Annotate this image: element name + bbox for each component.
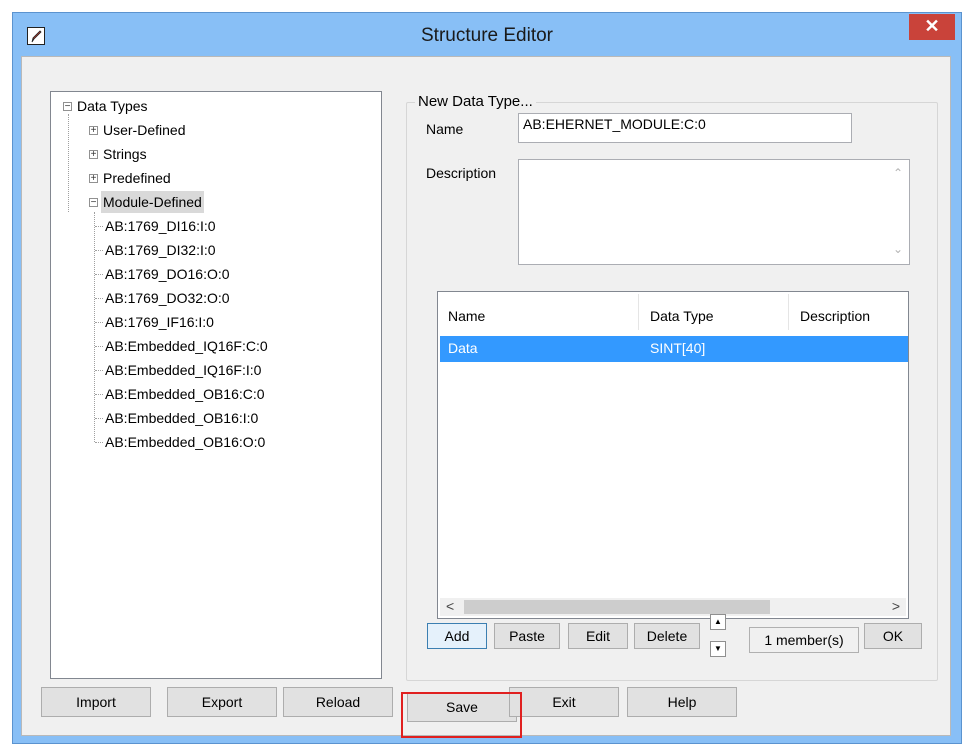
description-field[interactable]: ⌃ ⌄ <box>518 159 910 265</box>
name-field[interactable]: AB:EHERNET_MODULE:C:0 <box>518 113 852 143</box>
reload-button[interactable]: Reload <box>283 687 393 717</box>
minus-box-icon[interactable]: − <box>89 198 98 208</box>
tree-item-label: Strings <box>103 146 147 162</box>
group-title: New Data Type... <box>415 93 536 110</box>
tree-leaf-label: AB:Embedded_IQ16F:I:0 <box>105 362 262 378</box>
tree-leaf-label: AB:Embedded_IQ16F:C:0 <box>105 338 268 354</box>
add-button[interactable]: Add <box>427 623 487 649</box>
tree-leaf-label: AB:Embedded_OB16:O:0 <box>105 434 266 450</box>
export-button[interactable]: Export <box>167 687 277 717</box>
plus-box-icon[interactable]: + <box>89 126 98 136</box>
dialog-client-area: − Data Types + User-Defined + Strings + … <box>21 56 951 738</box>
member-count: 1 member(s) <box>749 627 859 653</box>
plus-box-icon[interactable]: + <box>89 174 98 184</box>
tree-item-label: Predefined <box>103 170 171 186</box>
tree-root-label: Data Types <box>77 98 148 114</box>
close-icon[interactable]: ✕ <box>909 14 955 40</box>
column-divider[interactable] <box>638 294 639 330</box>
tree-leaf-label: AB:Embedded_OB16:C:0 <box>105 386 265 402</box>
tree-leaf-label: AB:1769_IF16:I:0 <box>105 314 214 330</box>
table-row[interactable]: Data SINT[40] <box>440 336 908 362</box>
horizontal-scrollbar[interactable]: < > <box>440 598 906 616</box>
name-label: Name <box>426 121 464 137</box>
tree-item-label: Module-Defined <box>101 191 204 213</box>
chevron-right-icon[interactable]: > <box>892 598 900 614</box>
delete-button[interactable]: Delete <box>634 623 700 649</box>
edit-button[interactable]: Edit <box>568 623 628 649</box>
ok-button[interactable]: OK <box>864 623 922 649</box>
column-header-data-type[interactable]: Data Type <box>650 308 714 324</box>
paste-button[interactable]: Paste <box>494 623 560 649</box>
tree-leaf-label: AB:Embedded_OB16:I:0 <box>105 410 259 426</box>
triangle-up-icon[interactable]: ⌃ <box>893 166 903 180</box>
cell-data-type: SINT[40] <box>650 340 706 356</box>
triangle-up-icon[interactable]: ▲ <box>710 614 726 630</box>
import-button[interactable]: Import <box>41 687 151 717</box>
cell-name: Data <box>448 340 478 356</box>
title-bar: Structure Editor ✕ <box>13 13 961 57</box>
tree-connector <box>94 212 95 442</box>
minus-box-icon[interactable]: − <box>63 102 72 112</box>
data-types-tree[interactable]: − Data Types + User-Defined + Strings + … <box>50 91 382 679</box>
description-label: Description <box>426 165 497 181</box>
column-header-name[interactable]: Name <box>448 308 485 324</box>
window-title: Structure Editor <box>421 25 553 46</box>
column-header-description[interactable]: Description <box>800 308 870 324</box>
chevron-left-icon[interactable]: < <box>446 598 454 614</box>
triangle-down-icon[interactable]: ▼ <box>710 641 726 657</box>
scrollbar-thumb[interactable] <box>464 600 770 614</box>
triangle-down-icon[interactable]: ⌄ <box>893 242 903 256</box>
plus-box-icon[interactable]: + <box>89 150 98 160</box>
tree-leaf-label: AB:1769_DO16:O:0 <box>105 266 230 282</box>
tree-leaf-label: AB:1769_DI16:I:0 <box>105 218 216 234</box>
tree-leaf-label: AB:1769_DI32:I:0 <box>105 242 216 258</box>
column-divider[interactable] <box>788 294 789 330</box>
tree-connector <box>68 114 69 212</box>
tree-leaf-label: AB:1769_DO32:O:0 <box>105 290 230 306</box>
exit-button[interactable]: Exit <box>509 687 619 717</box>
members-table[interactable]: Name Data Type Description Data SINT[40]… <box>437 291 909 619</box>
tree-item-label: User-Defined <box>103 122 186 138</box>
help-button[interactable]: Help <box>627 687 737 717</box>
save-button[interactable]: Save <box>407 692 517 722</box>
